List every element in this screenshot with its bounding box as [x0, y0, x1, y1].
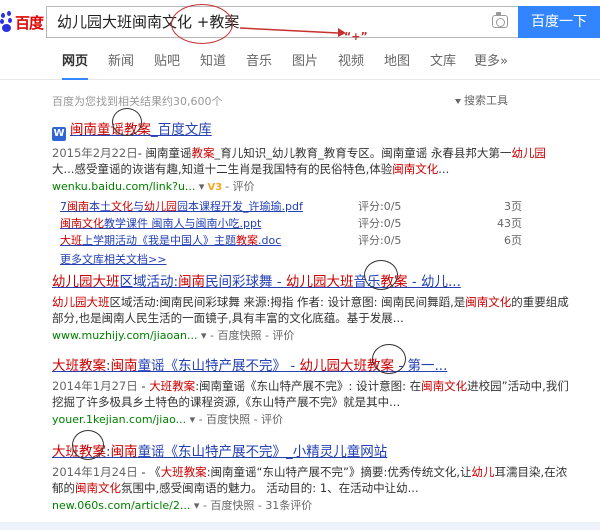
- annotation-ellipse: [171, 4, 233, 44]
- sub-item-3[interactable]: 大班上学期活动《我是中国人》主题教案.doc 评分:0/5 6页: [52, 232, 522, 249]
- result-url-4[interactable]: new.060s.com/article/2... ▾ - 百度快照 - 31条…: [52, 497, 572, 513]
- bottom-strip: [0, 522, 600, 530]
- tab-video[interactable]: 视频: [338, 48, 364, 80]
- result-url-2[interactable]: www.muzhijy.com/jiaoan... ▾ - 百度快照 - 评价: [52, 327, 572, 343]
- camera-icon[interactable]: [492, 12, 508, 28]
- snapshot-link-4[interactable]: 百度快照: [210, 499, 254, 512]
- result-title-3[interactable]: 大班教案:闽南童谣《东山特产展不完》 - 幼儿园大班教案 - 第一...: [52, 354, 572, 374]
- eval-link-2[interactable]: 评价: [272, 329, 294, 342]
- tab-news[interactable]: 新闻: [108, 48, 134, 80]
- search-result-1: W 闽南童谣教案_百度文库 2015年2月22日- 闽南童谣教案_育儿知识_幼儿教…: [52, 118, 572, 267]
- filter-triangle-icon: [455, 98, 461, 104]
- tab-zhidao[interactable]: 知道: [200, 48, 226, 80]
- tab-images[interactable]: 图片: [292, 48, 318, 80]
- result-count: 百度为您找到相关结果约30,600个: [52, 95, 223, 108]
- annotation-circle-2: [364, 260, 398, 290]
- result-url-1[interactable]: wenku.baidu.com/link?u... ▾ V3- 评价: [52, 178, 572, 194]
- tab-web[interactable]: 网页: [62, 48, 89, 80]
- tab-music[interactable]: 音乐: [246, 48, 272, 80]
- search-tools[interactable]: 搜索工具: [455, 92, 508, 108]
- result-url-3[interactable]: youer.1kejian.com/jiao... ▾ - 百度快照 - 评价: [52, 411, 572, 427]
- paw-icon: [0, 11, 14, 33]
- annotation-circle-4: [72, 430, 104, 460]
- search-tools-label: 搜索工具: [464, 94, 508, 107]
- annotation-circle-3: [372, 344, 406, 374]
- tab-tieba[interactable]: 贴吧: [154, 48, 180, 80]
- wenku-sub-list: 7闽南本土文化与幼儿园园本课程开发_许瑜瑜.pdf 评分:0/5 3页 闽南文化…: [52, 198, 522, 249]
- annotation-plus-note: “+”: [344, 30, 368, 43]
- search-result-3: 大班教案:闽南童谣《东山特产展不完》 - 幼儿园大班教案 - 第一... 201…: [52, 354, 572, 427]
- category-tabs: 网页 新闻 贴吧 知道 音乐 图片 视频 地图 文库 更多»: [0, 48, 600, 80]
- logo-text: 百度: [15, 13, 44, 32]
- v3-badge-icon: V3: [207, 182, 223, 193]
- tab-more[interactable]: 更多»: [474, 48, 508, 80]
- result-abstract-1: 2015年2月22日- 闽南童谣教案_育儿知识_幼儿教育_教育专区。闽南童谣 永…: [52, 146, 546, 176]
- result-abstract-2: 幼儿园大班区域活动:闽南民间彩球舞 来源:拇指 作者: 设计意图: 闽南民间舞蹈…: [52, 295, 569, 325]
- tab-map[interactable]: 地图: [384, 48, 410, 80]
- search-result-4: 大班教案:闽南童谣《东山特产展不完》_小精灵儿童网站 2014年1月24日 - …: [52, 440, 572, 513]
- result-title-2[interactable]: 幼儿园大班区域活动:闽南民间彩球舞 - 幼儿园大班音乐教案 - 幼儿...: [52, 270, 572, 290]
- tab-wenku[interactable]: 文库: [430, 48, 456, 80]
- sub-item-1[interactable]: 7闽南本土文化与幼儿园园本课程开发_许瑜瑜.pdf 评分:0/5 3页: [52, 198, 522, 215]
- baidu-logo[interactable]: 百度: [0, 9, 44, 35]
- annotation-circle-1: [112, 108, 142, 136]
- sub-item-2[interactable]: 闽南文化教学课件 闽南人与闽南小吃.ppt 评分:0/5 43页: [52, 215, 522, 232]
- eval-link-4[interactable]: 31条评价: [265, 499, 312, 512]
- eval-link-3[interactable]: 评价: [261, 413, 283, 426]
- annotation-arrow-icon: [239, 27, 346, 37]
- snapshot-link-2[interactable]: 百度快照: [217, 329, 261, 342]
- search-button[interactable]: 百度一下: [518, 6, 600, 38]
- more-wenku-link[interactable]: 更多文库相关文档>>: [60, 251, 572, 267]
- result-abstract-4: 2014年1月24日 - 《大班教案:闽南童谣“东山特产展不完”》摘要:优秀传统…: [52, 465, 568, 495]
- snapshot-link-3[interactable]: 百度快照: [206, 413, 250, 426]
- search-result-2: 幼儿园大班区域活动:闽南民间彩球舞 - 幼儿园大班音乐教案 - 幼儿... 幼儿…: [52, 270, 572, 343]
- result-abstract-3: 2014年1月27日 - 大班教案:闽南童谣《东山特产展不完》: 设计意图: 在…: [52, 379, 569, 409]
- eval-link-1[interactable]: 评价: [233, 180, 255, 193]
- result-title-4[interactable]: 大班教案:闽南童谣《东山特产展不完》_小精灵儿童网站: [52, 440, 572, 460]
- wenku-icon: W: [52, 127, 66, 141]
